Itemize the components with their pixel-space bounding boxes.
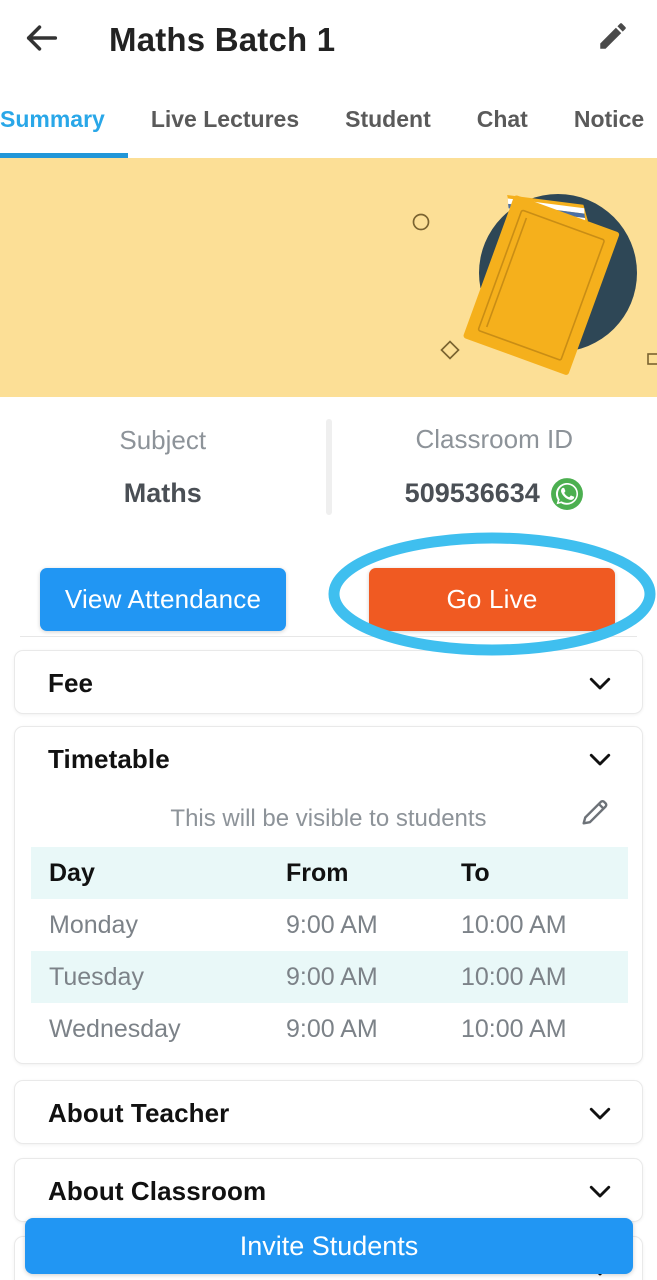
cell-to: 10:00 AM <box>461 1003 628 1055</box>
view-attendance-button[interactable]: View Attendance <box>40 568 286 631</box>
about-classroom-section[interactable]: About Classroom <box>14 1158 643 1222</box>
table-header-row: Day From To <box>31 847 628 899</box>
cell-day: Wednesday <box>31 1003 286 1055</box>
timetable-section[interactable]: Timetable This will be visible to studen… <box>14 726 643 1064</box>
table-row: Monday 9:00 AM 10:00 AM <box>31 899 628 951</box>
chevron-down-icon[interactable] <box>585 1176 615 1206</box>
cell-day: Monday <box>31 899 286 951</box>
cell-to: 10:00 AM <box>461 899 628 951</box>
page-title: Maths Batch 1 <box>109 21 335 59</box>
tab-bar[interactable]: Summary Live Lectures Student Chat Notic… <box>0 80 657 158</box>
classroom-info-row: Subject Maths Classroom ID 509536634 <box>0 397 657 537</box>
about-teacher-title: About Teacher <box>48 1098 229 1129</box>
about-classroom-header[interactable]: About Classroom <box>15 1159 642 1223</box>
timetable-section-title: Timetable <box>48 744 170 775</box>
timetable-table: Day From To Monday 9:00 AM 10:00 AM Tues… <box>31 847 628 1055</box>
subject-value: Maths <box>124 478 202 509</box>
tab-summary-label: Summary <box>0 106 105 133</box>
timetable-note-row: This will be visible to students <box>15 791 642 847</box>
classroom-id-value: 509536634 <box>405 478 540 509</box>
go-live-button[interactable]: Go Live <box>369 568 615 631</box>
edit-classroom-button[interactable] <box>583 8 643 68</box>
tab-live-lectures[interactable]: Live Lectures <box>128 80 322 158</box>
fee-section[interactable]: Fee <box>14 650 643 714</box>
classroom-summary-screen: Maths Batch 1 Summary Live Lectures Stud… <box>0 0 657 1280</box>
chevron-down-icon[interactable] <box>585 668 615 698</box>
section-divider <box>20 636 637 637</box>
table-row: Wednesday 9:00 AM 10:00 AM <box>31 1003 628 1055</box>
tab-summary[interactable]: Summary <box>0 80 128 158</box>
app-bar: Maths Batch 1 <box>0 0 657 80</box>
cell-to: 10:00 AM <box>461 951 628 1003</box>
classroom-banner <box>0 158 657 397</box>
classroom-id-label: Classroom ID <box>416 424 573 455</box>
tab-live-lectures-label: Live Lectures <box>151 106 299 133</box>
tab-notice[interactable]: Notice <box>551 80 657 158</box>
tab-notice-label: Notice <box>574 106 644 133</box>
about-teacher-section[interactable]: About Teacher <box>14 1080 643 1144</box>
whatsapp-icon[interactable] <box>550 477 584 511</box>
arrow-left-icon <box>22 18 62 63</box>
back-button[interactable] <box>10 8 74 72</box>
chevron-up-icon[interactable] <box>585 744 615 774</box>
classroom-id-row: 509536634 <box>405 477 584 511</box>
tab-student-label: Student <box>345 106 431 133</box>
tab-chat[interactable]: Chat <box>454 80 551 158</box>
tab-chat-label: Chat <box>477 106 528 133</box>
classroom-id-block: Classroom ID 509536634 <box>332 397 657 537</box>
tab-student[interactable]: Student <box>322 80 454 158</box>
column-header-day: Day <box>31 847 286 899</box>
timetable-note: This will be visible to students <box>170 805 486 833</box>
pencil-icon <box>596 19 630 58</box>
cell-from: 9:00 AM <box>286 1003 461 1055</box>
subject-label: Subject <box>119 425 206 456</box>
open-book-illustration <box>0 158 657 397</box>
timetable-section-header[interactable]: Timetable <box>15 727 642 791</box>
chevron-down-icon[interactable] <box>585 1098 615 1128</box>
cell-from: 9:00 AM <box>286 899 461 951</box>
about-teacher-header[interactable]: About Teacher <box>15 1081 642 1145</box>
cell-from: 9:00 AM <box>286 951 461 1003</box>
column-header-to: To <box>461 847 628 899</box>
cell-day: Tuesday <box>31 951 286 1003</box>
subject-block: Subject Maths <box>0 397 326 537</box>
table-row: Tuesday 9:00 AM 10:00 AM <box>31 951 628 1003</box>
fee-section-title: Fee <box>48 668 93 699</box>
fee-section-header[interactable]: Fee <box>15 651 642 715</box>
about-classroom-title: About Classroom <box>48 1176 266 1207</box>
edit-timetable-button[interactable] <box>578 795 612 834</box>
invite-students-button[interactable]: Invite Students <box>25 1218 633 1274</box>
pencil-icon <box>578 795 612 834</box>
action-buttons: View Attendance Go Live <box>0 563 657 635</box>
column-header-from: From <box>286 847 461 899</box>
